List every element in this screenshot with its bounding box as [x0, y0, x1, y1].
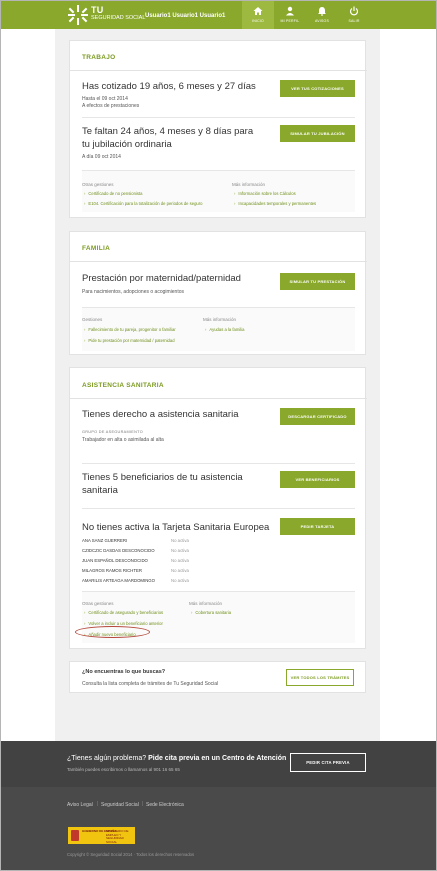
asistencia-inner-divider-2 [82, 508, 355, 509]
ver-beneficiarios-button[interactable]: VER BENEFICIARIOS [280, 471, 355, 488]
familia-mas-info-label: Más información [203, 317, 237, 322]
shield-icon [71, 830, 79, 841]
footer-pide: Pide cita previa en un Centro de Atenció… [148, 755, 287, 762]
nav-avisos-label: AVISOS [315, 19, 329, 23]
nav-mi-perfil[interactable]: MI PERFIL [274, 1, 306, 29]
otras-gestiones-label: Otras gestiones [82, 182, 114, 187]
prestacion-text: Prestación por maternidad/paternidad [82, 273, 241, 284]
link-fallecimiento[interactable]: Fallecimiento de tu pareja, progenitor o… [84, 327, 175, 332]
nav-salir-label: SALIR [348, 19, 360, 23]
trabajo-title: TRABAJO [82, 54, 116, 61]
seguridad-social-logo-icon[interactable] [67, 4, 89, 26]
asistencia-title: ASISTENCIA SANITARIA [82, 382, 164, 389]
page-frame: TU SEGURIDAD SOCIAL Usuario1 Usuario1 Us… [0, 0, 437, 871]
beneficiario-status: No activa [171, 548, 189, 553]
beneficiario-row: CZIDCZIC DASDAS DESCONOCIDO [82, 548, 155, 553]
asistencia-otras-gestiones-label: Otras gestiones [82, 601, 114, 606]
asistencia-inner-divider-1 [82, 463, 355, 464]
copyright-text: Copyright © Seguridad Social 2014 · Todo… [67, 852, 195, 857]
familia-title: FAMILIA [82, 245, 111, 252]
trabajo-gestiones: Otras gestiones Certificado de no pensio… [82, 170, 355, 212]
brand-seguridad-social: SEGURIDAD SOCIAL [91, 15, 146, 21]
brand-tu: TU [91, 5, 104, 15]
buscas-title: ¿No encuentras lo que buscas? [82, 669, 166, 675]
asistencia-card: ASISTENCIA SANITARIA Tienes derecho a as… [69, 367, 367, 649]
pedir-cita-previa-button[interactable]: PEDIR CITA PREVIA [290, 753, 366, 772]
mas-informacion-label: Más información [232, 182, 266, 187]
beneficiario-status: No activa [171, 538, 189, 543]
link-ayudas-familia[interactable]: Ayudas a la familia [205, 327, 244, 332]
descargar-certificado-button[interactable]: DESCARGAR CERTIFICADO [280, 408, 355, 425]
footer-sub: También puedes escribirnos o llamarnos a… [67, 767, 180, 772]
home-icon [253, 7, 263, 15]
highlight-annotation [75, 626, 150, 638]
link-volver-incluir[interactable]: Volver a incluir a un beneficiario anter… [84, 621, 163, 626]
user-icon [286, 6, 294, 16]
link-e104[interactable]: E104. Certificación para la totalización… [84, 201, 202, 206]
ver-todos-tramites-button[interactable]: VER TODOS LOS TRÁMITES [286, 669, 354, 686]
beneficiario-row: JUAN ESPAÑOL DESCONOCIDO [82, 558, 148, 563]
cotizado-text: Has cotizado 19 años, 6 meses y 27 días [82, 81, 256, 92]
pedir-tarjeta-button[interactable]: PEDIR TARJETA [280, 518, 355, 535]
simular-prestacion-button[interactable]: SIMULAR TU PRESTACIÓN [280, 273, 355, 290]
nav-inicio[interactable]: INICIO [242, 1, 274, 29]
footer-problema: ¿Tienes algún problema? [67, 755, 147, 762]
footer-problema-title: ¿Tienes algún problema? Pide cita previa… [67, 755, 286, 762]
user-name: Usuario1 Usuario1 Usuario1 [145, 13, 226, 19]
beneficiario-status: No activa [171, 578, 189, 583]
footer-separator: | [97, 801, 99, 807]
nav-inicio-label: INICIO [252, 19, 264, 23]
nav-mi-perfil-label: MI PERFIL [280, 19, 300, 23]
link-certificado-no-pensionista[interactable]: Certificado de no pensionista [84, 191, 142, 196]
buscas-card: ¿No encuentras lo que buscas? Consulta l… [69, 661, 366, 693]
beneficiario-status: No activa [171, 568, 189, 573]
buscas-desc: Consulta la lista completa de trámites d… [82, 681, 219, 687]
gestiones-label: Gestiones [82, 317, 103, 322]
link-incapacidades[interactable]: Incapacidades temporales y permanentes [234, 201, 316, 206]
footer-cita-section [1, 741, 436, 787]
grupo-value: Trabajador en alta o asimilada al alta [82, 437, 164, 443]
beneficiario-status: No activa [171, 558, 189, 563]
hasta-date: Hasta el 09 oct 2014 [82, 96, 128, 102]
beneficiario-row: AMARILIS ARTEAGA MARDOMINGO [82, 578, 155, 583]
familia-gestiones: Gestiones Fallecimiento de tu pareja, pr… [82, 307, 355, 351]
asistencia-divider [70, 398, 367, 399]
trabajo-inner-divider [82, 117, 355, 118]
power-icon [349, 6, 359, 16]
faltan-text: Te faltan 24 años, 4 meses y 8 días para… [82, 126, 254, 150]
footer-link-aviso-legal[interactable]: Aviso Legal [67, 802, 93, 808]
simular-jubilacion-button[interactable]: SIMULAR TU JUBILACIÓN [280, 125, 355, 142]
footer-links-section [1, 787, 436, 870]
familia-card: FAMILIA Prestación por maternidad/patern… [69, 231, 367, 355]
adia-date: A día 09 oct 2014 [82, 154, 121, 160]
footer-separator: | [142, 801, 144, 807]
ver-cotizaciones-button[interactable]: VER TUS COTIZACIONES [280, 80, 355, 97]
beneficiario-row: MILAGROS RAMOS RICHTER [82, 568, 142, 573]
derecho-text: Tienes derecho a asistencia sanitaria [82, 409, 239, 420]
trabajo-divider [70, 70, 367, 71]
nav-salir[interactable]: SALIR [338, 1, 370, 29]
link-informacion-calculos[interactable]: Información sobre los Cálculos [234, 191, 295, 196]
footer-link-seguridad-social[interactable]: Seguridad Social [101, 802, 139, 808]
link-pide-prestacion[interactable]: Pide tu prestación por maternidad / pate… [84, 338, 174, 343]
familia-divider [70, 261, 367, 262]
asistencia-mas-info-label: Más información [189, 601, 223, 606]
gobierno-espana-logo: GOBIERNO DE ESPAÑA MINISTERIO DE EMPLEO … [68, 827, 135, 844]
top-header: TU SEGURIDAD SOCIAL Usuario1 Usuario1 Us… [1, 1, 436, 29]
ministerio-name: MINISTERIO DE EMPLEO Y SEGURIDAD SOCIAL [106, 829, 129, 844]
beneficiarios-text: Tienes 5 beneficiarios de tu asistencia … [82, 472, 243, 496]
nav-avisos[interactable]: AVISOS [306, 1, 338, 29]
bell-icon [318, 7, 326, 16]
link-cobertura-sanitaria[interactable]: Cobertura sanitaria [191, 610, 231, 615]
link-certificado-asegurado[interactable]: Certificado de asegurado y beneficiarios [84, 610, 163, 615]
grupo-label: GRUPO DE ASEGURAMIENTO [82, 430, 143, 434]
efectos-text: A efectos de prestaciones [82, 103, 140, 109]
prestacion-desc: Para nacimientos, adopciones o acogimien… [82, 289, 185, 295]
trabajo-card: TRABAJO Has cotizado 19 años, 6 meses y … [69, 40, 367, 218]
beneficiario-row: ANA SANZ GUERRERI [82, 538, 128, 543]
tarjeta-text: No tienes activa la Tarjeta Sanitaria Eu… [82, 522, 270, 533]
footer-link-sede-electronica[interactable]: Sede Electrónica [146, 802, 184, 808]
